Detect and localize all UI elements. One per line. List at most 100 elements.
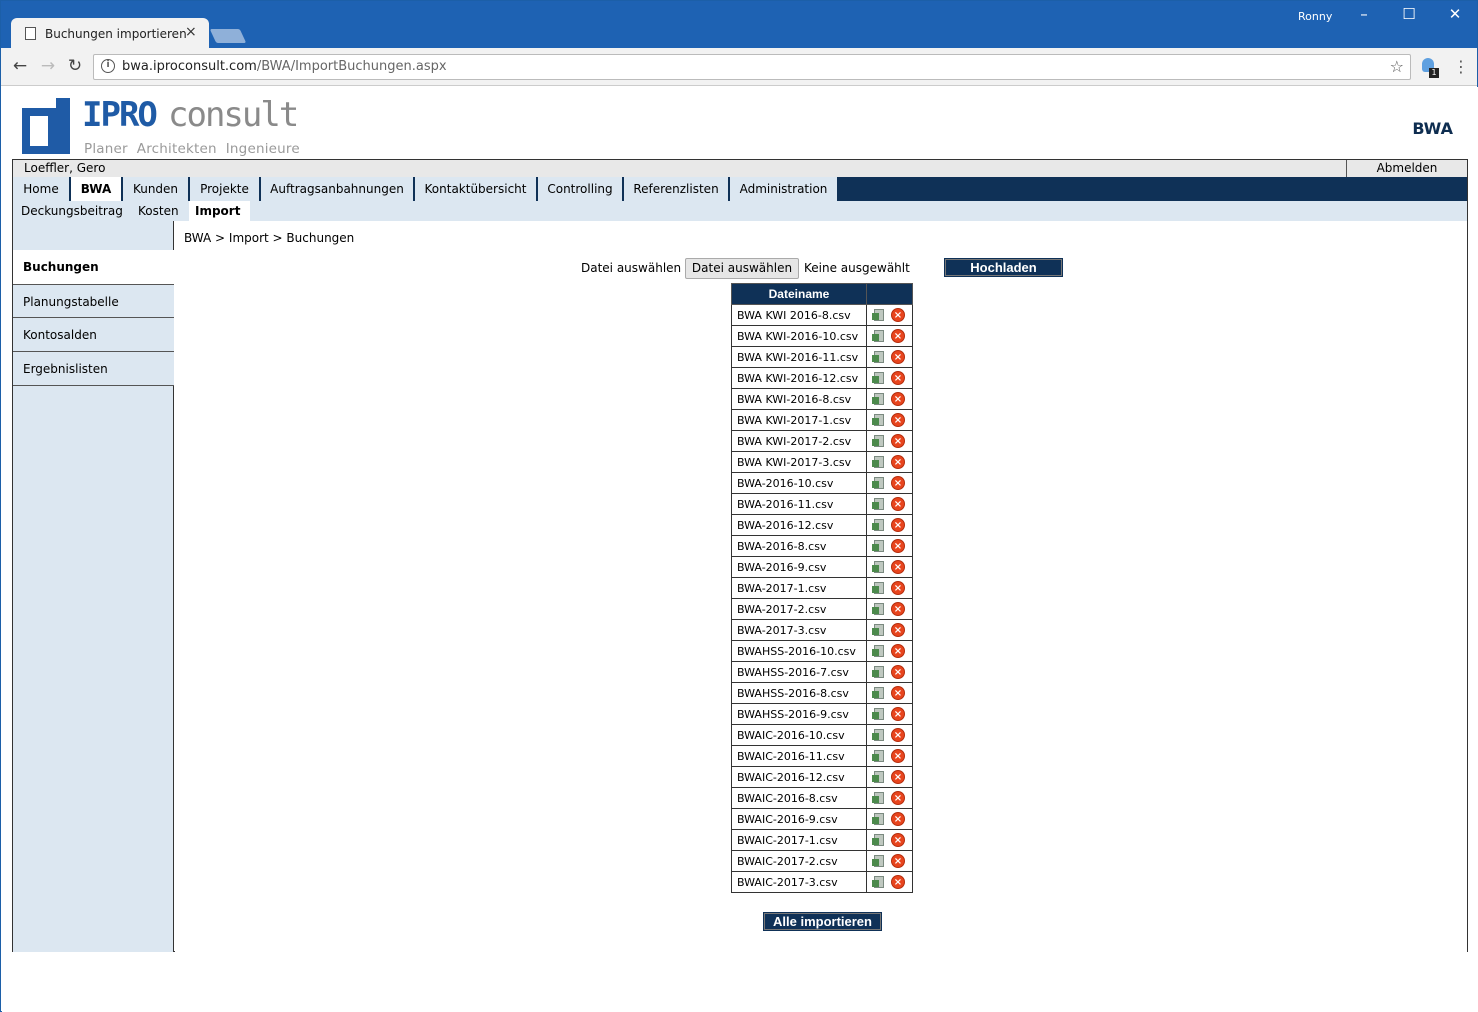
file-name: BWAIC-2016-11.csv xyxy=(731,745,867,767)
delete-file-icon[interactable]: × xyxy=(891,476,905,490)
sidebar-item-buchungen[interactable]: Buchungen xyxy=(13,250,174,284)
delete-file-icon[interactable]: × xyxy=(891,812,905,826)
sidebar-item-ergebnislisten[interactable]: Ergebnislisten xyxy=(13,352,174,386)
bookmark-star-icon[interactable]: ☆ xyxy=(1390,57,1404,76)
url-text[interactable]: bwa.iproconsult.com/BWA/ImportBuchungen.… xyxy=(122,59,447,74)
delete-file-icon[interactable]: × xyxy=(891,518,905,532)
choose-file-button[interactable]: Datei auswählen xyxy=(685,258,799,279)
browser-tab[interactable]: Buchungen importieren × xyxy=(11,18,209,49)
nav-referenzlisten[interactable]: Referenzlisten xyxy=(624,177,729,201)
import-file-icon[interactable] xyxy=(872,812,885,826)
nav-projekte[interactable]: Projekte xyxy=(190,177,260,201)
import-file-icon[interactable] xyxy=(872,707,885,721)
delete-file-icon[interactable]: × xyxy=(891,728,905,742)
close-tab-icon[interactable]: × xyxy=(185,24,197,40)
nav-auftragsanbahnungen[interactable]: Auftragsanbahnungen xyxy=(261,177,414,201)
delete-file-icon[interactable]: × xyxy=(891,749,905,763)
import-file-icon[interactable] xyxy=(872,875,885,889)
import-file-icon[interactable] xyxy=(872,665,885,679)
nav-administration[interactable]: Administration xyxy=(730,177,838,201)
import-file-icon[interactable] xyxy=(872,770,885,784)
import-file-icon[interactable] xyxy=(872,518,885,532)
delete-file-icon[interactable]: × xyxy=(891,413,905,427)
delete-file-icon[interactable]: × xyxy=(891,434,905,448)
forward-icon[interactable]: → xyxy=(37,56,59,76)
delete-file-icon[interactable]: × xyxy=(891,770,905,784)
row-actions: × xyxy=(866,829,913,851)
delete-file-icon[interactable]: × xyxy=(891,644,905,658)
import-file-icon[interactable] xyxy=(872,329,885,343)
table-row: BWAHSS-2016-8.csv × xyxy=(731,682,913,704)
delete-file-icon[interactable]: × xyxy=(891,329,905,343)
file-name: BWAHSS-2016-7.csv xyxy=(731,661,867,683)
delete-file-icon[interactable]: × xyxy=(891,665,905,679)
subnav-kosten[interactable]: Kosten xyxy=(138,201,183,221)
delete-file-icon[interactable]: × xyxy=(891,371,905,385)
import-file-icon[interactable] xyxy=(872,728,885,742)
delete-file-icon[interactable]: × xyxy=(891,791,905,805)
extension-icon[interactable]: 1 xyxy=(1421,58,1439,78)
import-file-icon[interactable] xyxy=(872,602,885,616)
profile-name[interactable]: Ronny xyxy=(1298,10,1332,23)
delete-file-icon[interactable]: × xyxy=(891,875,905,889)
browser-menu-icon[interactable]: ⋮ xyxy=(1453,57,1469,76)
nav-home[interactable]: Home xyxy=(13,177,70,201)
import-file-icon[interactable] xyxy=(872,350,885,364)
logout-link[interactable]: Abmelden xyxy=(1346,160,1467,177)
import-file-icon[interactable] xyxy=(872,833,885,847)
address-bar[interactable]: i bwa.iproconsult.com/BWA/ImportBuchunge… xyxy=(93,54,1411,80)
logo-mark-icon xyxy=(22,98,72,154)
new-tab-button[interactable] xyxy=(209,29,247,43)
import-file-icon[interactable] xyxy=(872,644,885,658)
delete-file-icon[interactable]: × xyxy=(891,623,905,637)
info-icon[interactable]: i xyxy=(101,59,115,73)
logo-name-primary: IPRO xyxy=(82,95,158,135)
import-file-icon[interactable] xyxy=(872,749,885,763)
delete-file-icon[interactable]: × xyxy=(891,392,905,406)
import-file-icon[interactable] xyxy=(872,854,885,868)
subnav-deckungsbeitrag[interactable]: Deckungsbeitrag xyxy=(21,201,129,221)
import-file-icon[interactable] xyxy=(872,455,885,469)
import-file-icon[interactable] xyxy=(872,413,885,427)
nav-controlling[interactable]: Controlling xyxy=(538,177,623,201)
nav-kunden[interactable]: Kunden xyxy=(123,177,189,201)
delete-file-icon[interactable]: × xyxy=(891,539,905,553)
delete-file-icon[interactable]: × xyxy=(891,686,905,700)
delete-file-icon[interactable]: × xyxy=(891,833,905,847)
delete-file-icon[interactable]: × xyxy=(891,308,905,322)
delete-file-icon[interactable]: × xyxy=(891,497,905,511)
reload-icon[interactable]: ↻ xyxy=(64,56,86,76)
company-logo[interactable]: IPRO consult Planer Architekten Ingenieu… xyxy=(22,95,302,159)
maximize-icon[interactable]: ☐ xyxy=(1394,5,1424,23)
sidebar-item-kontosalden[interactable]: Kontosalden xyxy=(13,318,174,352)
import-file-icon[interactable] xyxy=(872,476,885,490)
import-file-icon[interactable] xyxy=(872,539,885,553)
import-file-icon[interactable] xyxy=(872,686,885,700)
upload-button[interactable]: Hochladen xyxy=(944,258,1063,277)
delete-file-icon[interactable]: × xyxy=(891,581,905,595)
import-file-icon[interactable] xyxy=(872,623,885,637)
import-file-icon[interactable] xyxy=(872,308,885,322)
delete-file-icon[interactable]: × xyxy=(891,455,905,469)
nav-bwa[interactable]: BWA xyxy=(71,177,122,201)
delete-file-icon[interactable]: × xyxy=(891,707,905,721)
import-file-icon[interactable] xyxy=(872,434,885,448)
delete-file-icon[interactable]: × xyxy=(891,560,905,574)
subnav-import[interactable]: Import xyxy=(189,201,250,221)
delete-file-icon[interactable]: × xyxy=(891,350,905,364)
delete-file-icon[interactable]: × xyxy=(891,854,905,868)
nav-kontaktuebersicht[interactable]: Kontaktübersicht xyxy=(415,177,537,201)
minimize-icon[interactable]: – xyxy=(1349,5,1379,23)
delete-file-icon[interactable]: × xyxy=(891,602,905,616)
back-icon[interactable]: ← xyxy=(9,56,31,76)
import-file-icon[interactable] xyxy=(872,392,885,406)
sidebar-item-planungstabelle[interactable]: Planungstabelle xyxy=(13,284,174,318)
import-file-icon[interactable] xyxy=(872,371,885,385)
import-all-button[interactable]: Alle importieren xyxy=(763,912,882,931)
import-file-icon[interactable] xyxy=(872,560,885,574)
close-window-icon[interactable]: ✕ xyxy=(1440,5,1470,23)
import-file-icon[interactable] xyxy=(872,581,885,595)
import-file-icon[interactable] xyxy=(872,791,885,805)
main-nav: Home BWA Kunden Projekte Auftragsanbahnu… xyxy=(13,177,1467,201)
import-file-icon[interactable] xyxy=(872,497,885,511)
